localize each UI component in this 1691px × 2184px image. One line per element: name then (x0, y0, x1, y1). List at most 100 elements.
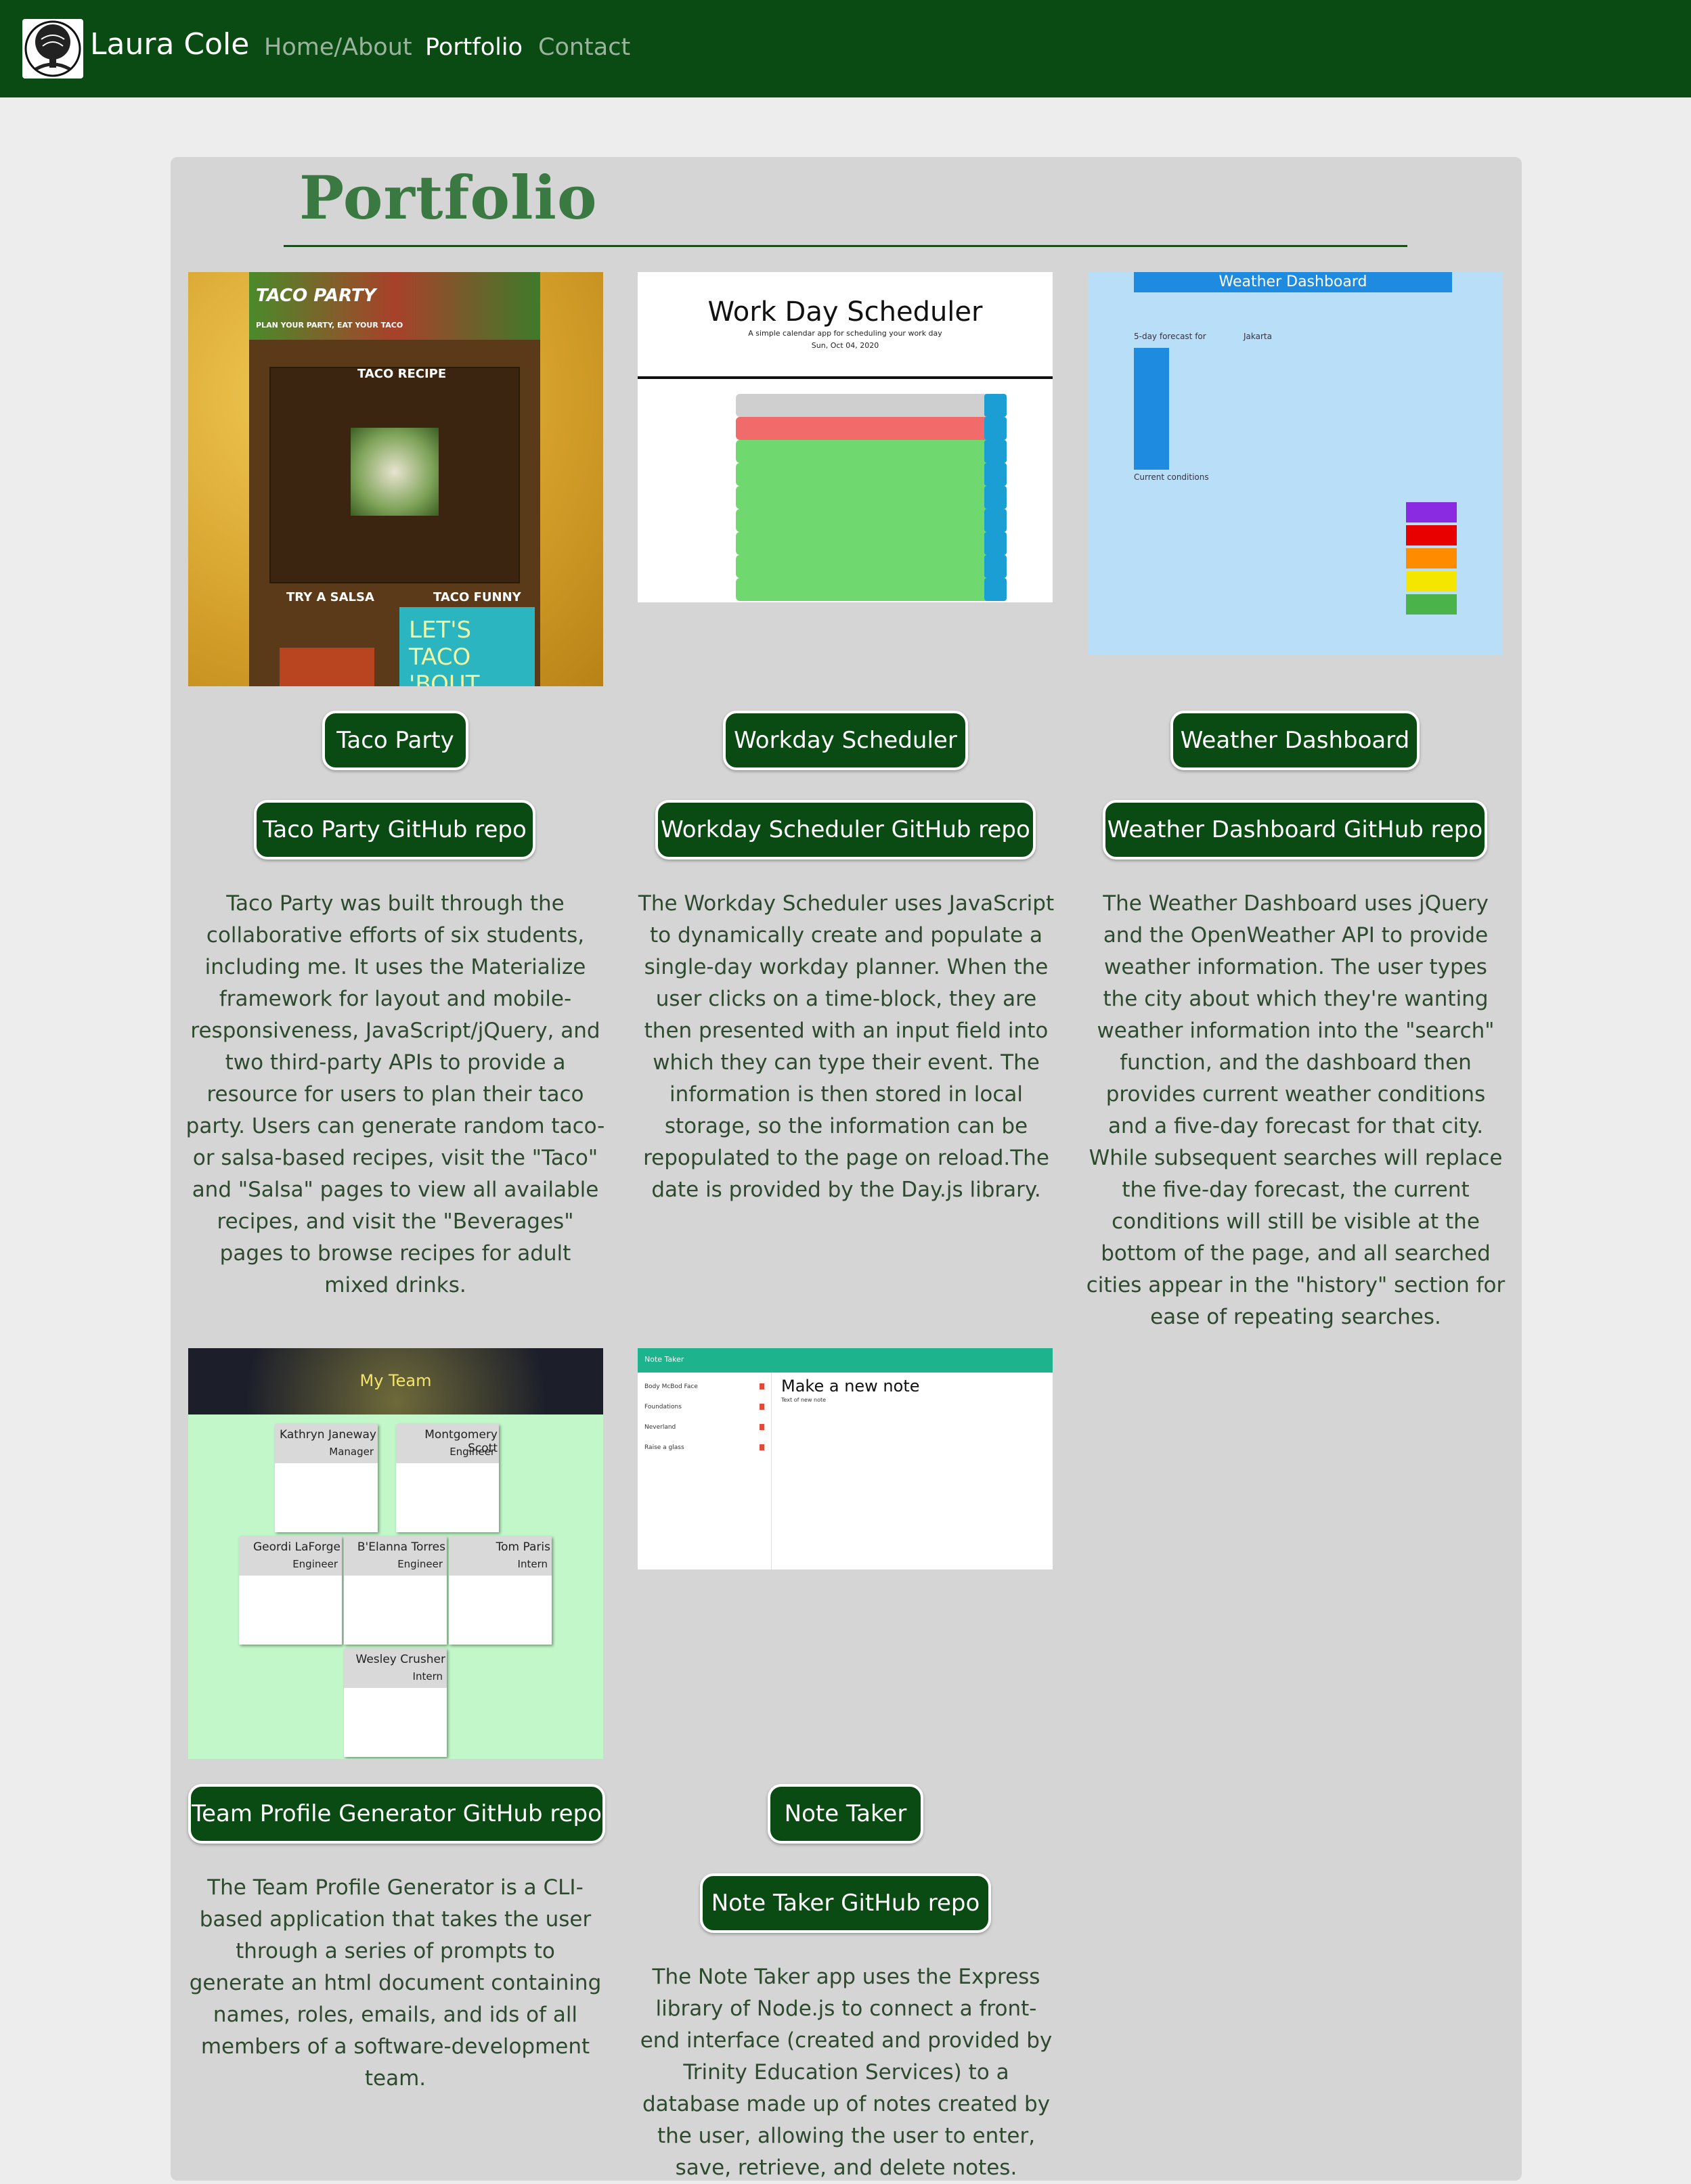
note-list-item: Foundations (644, 1404, 682, 1410)
workday-scheduler-screenshot: Work Day Scheduler A simple calendar app… (638, 272, 1053, 602)
member-role: Intern (517, 1558, 548, 1570)
note-taker-repo-button[interactable]: Note Taker GitHub repo (700, 1873, 991, 1933)
team-header-text: My Team (359, 1371, 432, 1390)
taco-tagline: PLAN YOUR PARTY, EAT YOUR TACO (256, 321, 403, 330)
weather-dashboard-button[interactable]: Weather Dashboard (1170, 711, 1420, 770)
taco-header-text: TACO PARTY (256, 286, 376, 306)
team-page-header: My Team (188, 1348, 603, 1414)
delete-icon (760, 1404, 764, 1410)
save-icon (984, 440, 1007, 463)
current-conditions-label: Current conditions (1134, 472, 1209, 482)
team-profile-screenshot: My Team Kathryn Janeway Manager Montgome… (188, 1348, 603, 1759)
member-name: Wesley Crusher (355, 1653, 446, 1666)
time-block-row (736, 417, 1007, 440)
time-block-row (736, 440, 1007, 463)
team-member-card: Tom Paris Intern (449, 1536, 552, 1645)
note-taker-description: The Note Taker app uses the Express libr… (640, 1965, 1053, 2180)
save-icon (984, 486, 1007, 509)
uv-index-cell (1406, 525, 1457, 545)
scheduler-subtitle: A simple calendar app for scheduling you… (748, 329, 942, 338)
scheduler-rule (638, 376, 1053, 379)
taco-photo (351, 428, 439, 516)
member-role: Engineer (292, 1558, 338, 1570)
time-block-row (736, 555, 1007, 578)
taco-funny-heading: TACO FUNNY (433, 590, 521, 604)
nav-portfolio[interactable]: Portfolio (425, 34, 523, 61)
weather-header-bar: Weather Dashboard (1134, 272, 1452, 292)
time-block-row (736, 578, 1007, 601)
scheduler-title: Work Day Scheduler (707, 296, 983, 328)
uv-index-cell (1406, 502, 1457, 522)
save-icon (984, 555, 1007, 578)
history-sidebar (1134, 348, 1169, 470)
team-member-card: Montgomery Scott Engineer (396, 1424, 499, 1532)
note-taker-button[interactable]: Note Taker (768, 1784, 923, 1844)
delete-icon (760, 1444, 764, 1450)
lets-taco-bout-image: LET'S TACO 'BOUT (399, 607, 535, 686)
save-icon (984, 509, 1007, 532)
taco-page-header: TACO PARTY PLAN YOUR PARTY, EAT YOUR TAC… (249, 272, 540, 340)
page-title: Portfolio (299, 162, 598, 233)
taco-party-button[interactable]: Taco Party (322, 711, 468, 770)
nav-home-about[interactable]: Home/About (264, 34, 412, 61)
try-salsa-heading: TRY A SALSA (286, 590, 374, 604)
save-icon (984, 532, 1007, 555)
team-profile-description: The Team Profile Generator is a CLI-base… (189, 1875, 602, 2091)
note-body: Text of new note (781, 1397, 827, 1403)
taco-recipe-heading: TACO RECIPE (357, 367, 447, 381)
title-divider (284, 245, 1407, 247)
taco-party-repo-button[interactable]: Taco Party GitHub repo (254, 800, 535, 860)
team-member-card: Wesley Crusher Intern (344, 1649, 447, 1757)
note-list-item: Body McBod Face (644, 1383, 698, 1390)
team-member-card: Geordi LaForge Engineer (239, 1536, 342, 1645)
note-taker-screenshot: Note Taker Body McBod Face Foundations N… (638, 1348, 1053, 1569)
note-list-item: Neverland (644, 1424, 676, 1431)
member-name: Geordi LaForge (252, 1540, 341, 1554)
time-block-row (736, 486, 1007, 509)
uv-index-cell (1406, 548, 1457, 569)
note-list-item: Raise a glass (644, 1444, 684, 1451)
weather-dashboard-description: The Weather Dashboard uses jQuery and th… (1086, 891, 1506, 1329)
navbar: Laura Cole Home/About Portfolio Contact (0, 0, 1691, 97)
member-name: Kathryn Janeway (280, 1428, 376, 1442)
save-icon (984, 417, 1007, 440)
team-member-card: B'Elanna Torres Engineer (344, 1536, 447, 1645)
forecast-label: 5-day forecast for (1134, 332, 1206, 341)
member-role: Engineer (449, 1446, 495, 1458)
member-name: Tom Paris (496, 1540, 550, 1554)
note-list (638, 1373, 772, 1569)
tree-logo-icon[interactable] (22, 19, 83, 79)
weather-dashboard-repo-button[interactable]: Weather Dashboard GitHub repo (1103, 800, 1487, 860)
time-block-row (736, 463, 1007, 486)
member-role: Engineer (397, 1558, 443, 1570)
time-block-row (736, 509, 1007, 532)
forecast-city: Jakarta (1244, 332, 1272, 341)
workday-scheduler-description: The Workday Scheduler uses JavaScript to… (638, 891, 1055, 1202)
taco-party-screenshot: TACO PARTY PLAN YOUR PARTY, EAT YOUR TAC… (188, 272, 603, 686)
note-taker-header-bar: Note Taker (638, 1348, 1053, 1373)
team-member-card: Kathryn Janeway Manager (275, 1424, 378, 1532)
nav-contact[interactable]: Contact (538, 34, 630, 61)
note-heading: Make a new note (781, 1377, 920, 1396)
time-block-row (736, 532, 1007, 555)
member-role: Intern (412, 1670, 443, 1682)
weather-dashboard-screenshot: Weather Dashboard 5-day forecast for Jak… (1088, 272, 1503, 654)
taco-party-description: Taco Party was built through the collabo… (185, 891, 605, 1297)
save-icon (984, 394, 1007, 417)
delete-icon (760, 1383, 764, 1389)
member-role: Manager (329, 1446, 374, 1458)
salsa-photo (280, 648, 374, 686)
save-icon (984, 578, 1007, 601)
uv-index-cell (1406, 571, 1457, 592)
workday-scheduler-repo-button[interactable]: Workday Scheduler GitHub repo (655, 800, 1036, 860)
scheduler-date: Sun, Oct 04, 2020 (811, 341, 879, 350)
uv-index-cell (1406, 594, 1457, 615)
save-icon (984, 463, 1007, 486)
member-name: B'Elanna Torres (357, 1540, 445, 1554)
note-taker-bar-text: Note Taker (644, 1355, 684, 1364)
workday-scheduler-button[interactable]: Workday Scheduler (723, 711, 968, 770)
time-block-row (736, 394, 1007, 417)
brand-name[interactable]: Laura Cole (90, 27, 249, 62)
team-profile-repo-button[interactable]: Team Profile Generator GitHub repo (188, 1784, 605, 1844)
delete-icon (760, 1424, 764, 1430)
